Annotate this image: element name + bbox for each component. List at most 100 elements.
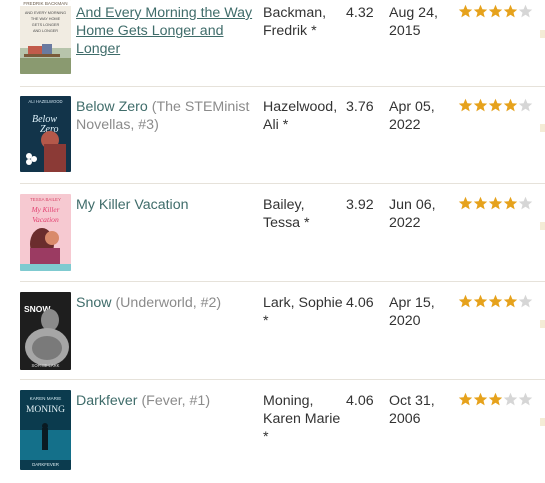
series-label: (Fever, #1) xyxy=(141,393,211,409)
author-mark: * xyxy=(263,313,269,329)
svg-text:DARKFEVER: DARKFEVER xyxy=(32,462,59,467)
avg-rating: 3.76 xyxy=(346,99,374,115)
svg-text:THE WAY HOME: THE WAY HOME xyxy=(31,17,61,21)
table-row: FREDRIK BACKMAN AND EVERY MORNING THE WA… xyxy=(0,0,545,86)
book-title-link[interactable]: Darkfever xyxy=(76,393,138,409)
author-cell: Lark, Sophie * xyxy=(263,294,343,330)
date-published: Apr 15, 2020 xyxy=(389,294,449,330)
star-icon[interactable] xyxy=(488,196,503,211)
date-line: Jun 06, xyxy=(389,197,436,213)
author-mark: * xyxy=(311,23,317,39)
avg-rating: 3.92 xyxy=(346,197,374,213)
date-line: Aug 24, xyxy=(389,5,438,21)
book-title-cell: And Every Morning the Way Home Gets Long… xyxy=(76,4,256,58)
book-title-link[interactable]: Below Zero xyxy=(76,99,148,115)
author-link[interactable]: Bailey, Tessa xyxy=(263,197,305,231)
star-icon[interactable] xyxy=(458,392,473,407)
svg-text:FREDRIK BACKMAN: FREDRIK BACKMAN xyxy=(23,1,67,6)
svg-text:AND EVERY MORNING: AND EVERY MORNING xyxy=(25,11,66,15)
table-row: KAREN MARIE MONING DARKFEVER Darkfever (… xyxy=(0,380,545,483)
date-line: Apr 15, xyxy=(389,295,435,311)
star-icon[interactable] xyxy=(488,392,503,407)
star-icon[interactable] xyxy=(518,4,533,19)
edge-mark xyxy=(540,222,545,230)
date-published: Jun 06, 2022 xyxy=(389,196,449,232)
svg-text:ALI HAZELWOOD: ALI HAZELWOOD xyxy=(28,99,62,104)
star-rating[interactable] xyxy=(458,294,533,310)
star-icon[interactable] xyxy=(488,294,503,309)
date-line: 2022 xyxy=(389,215,421,231)
author-link[interactable]: Hazelwood, Ali xyxy=(263,99,337,133)
star-icon[interactable] xyxy=(473,196,488,211)
edge-mark xyxy=(540,30,545,38)
star-icon[interactable] xyxy=(503,4,518,19)
star-icon[interactable] xyxy=(473,4,488,19)
star-icon[interactable] xyxy=(518,392,533,407)
book-cover-image[interactable]: TESSA BAILEY My Killer Vacation xyxy=(20,194,71,271)
book-title-cell: Snow (Underworld, #2) xyxy=(76,294,256,312)
author-link[interactable]: Lark, Sophie xyxy=(263,295,343,311)
star-icon[interactable] xyxy=(458,196,473,211)
star-icon[interactable] xyxy=(473,98,488,113)
edge-mark xyxy=(540,418,545,426)
star-icon[interactable] xyxy=(503,392,518,407)
svg-text:KAREN MARIE: KAREN MARIE xyxy=(30,396,62,401)
book-cover-image[interactable]: SNOW SOPHIE LARK xyxy=(20,292,71,370)
svg-text:Vacation: Vacation xyxy=(32,215,59,224)
date-line: 2015 xyxy=(389,23,421,39)
book-title-link[interactable]: Snow xyxy=(76,295,112,311)
star-icon[interactable] xyxy=(503,294,518,309)
star-icon[interactable] xyxy=(518,196,533,211)
svg-text:AND LONGER: AND LONGER xyxy=(33,29,58,33)
date-published: Oct 31, 2006 xyxy=(389,392,449,428)
svg-text:SOPHIE LARK: SOPHIE LARK xyxy=(32,363,60,368)
star-icon[interactable] xyxy=(503,196,518,211)
date-line: Oct 31, xyxy=(389,393,435,409)
date-published: Apr 05, 2022 xyxy=(389,98,449,134)
star-icon[interactable] xyxy=(518,294,533,309)
author-mark: * xyxy=(282,117,289,133)
edge-mark xyxy=(540,124,545,132)
star-icon[interactable] xyxy=(458,98,473,113)
book-title-cell: Darkfever (Fever, #1) xyxy=(76,392,256,410)
star-rating[interactable] xyxy=(458,392,533,408)
date-line: 2020 xyxy=(389,313,421,329)
star-icon[interactable] xyxy=(473,392,488,407)
date-line: 2022 xyxy=(389,117,421,133)
author-mark: * xyxy=(263,429,269,445)
book-cover-image[interactable]: KAREN MARIE MONING DARKFEVER xyxy=(20,390,71,470)
book-title-link[interactable]: And Every Morning the Way Home Gets Long… xyxy=(76,5,252,57)
avg-rating: 4.32 xyxy=(346,5,374,21)
avg-rating: 4.06 xyxy=(346,295,374,311)
star-icon[interactable] xyxy=(458,294,473,309)
table-row: TESSA BAILEY My Killer Vacation My Kille… xyxy=(0,184,545,280)
star-rating[interactable] xyxy=(458,4,533,20)
star-icon[interactable] xyxy=(503,98,518,113)
book-list: FREDRIK BACKMAN AND EVERY MORNING THE WA… xyxy=(0,0,545,483)
author-cell: Bailey, Tessa * xyxy=(263,196,343,232)
author-mark: * xyxy=(304,215,310,231)
svg-text:GETS LONGER: GETS LONGER xyxy=(32,23,60,27)
star-icon[interactable] xyxy=(518,98,533,113)
book-title-cell: Below Zero (The STEMinist Novellas, #3) xyxy=(76,98,256,134)
series-label: (Underworld, #2) xyxy=(115,295,222,311)
table-row: SNOW SOPHIE LARK Snow (Underworld, #2) L… xyxy=(0,282,545,378)
star-icon[interactable] xyxy=(488,4,503,19)
star-rating[interactable] xyxy=(458,196,533,212)
star-icon[interactable] xyxy=(458,4,473,19)
date-line: 2006 xyxy=(389,411,421,427)
author-cell: Backman, Fredrik * xyxy=(263,4,343,40)
avg-rating: 4.06 xyxy=(346,393,374,409)
star-rating[interactable] xyxy=(458,98,533,114)
svg-text:MONING: MONING xyxy=(26,405,65,415)
author-cell: Hazelwood, Ali * xyxy=(263,98,343,134)
table-row: ALI HAZELWOOD Below Zero Below Zero (The… xyxy=(0,87,545,183)
book-cover-image[interactable]: FREDRIK BACKMAN AND EVERY MORNING THE WA… xyxy=(20,0,71,74)
book-cover-image[interactable]: ALI HAZELWOOD Below Zero xyxy=(20,96,71,172)
star-icon[interactable] xyxy=(473,294,488,309)
author-link[interactable]: Moning, Karen Marie xyxy=(263,393,340,427)
author-cell: Moning, Karen Marie * xyxy=(263,392,343,446)
edge-mark xyxy=(540,320,545,328)
book-title-link[interactable]: My Killer Vacation xyxy=(76,197,189,213)
star-icon[interactable] xyxy=(488,98,503,113)
